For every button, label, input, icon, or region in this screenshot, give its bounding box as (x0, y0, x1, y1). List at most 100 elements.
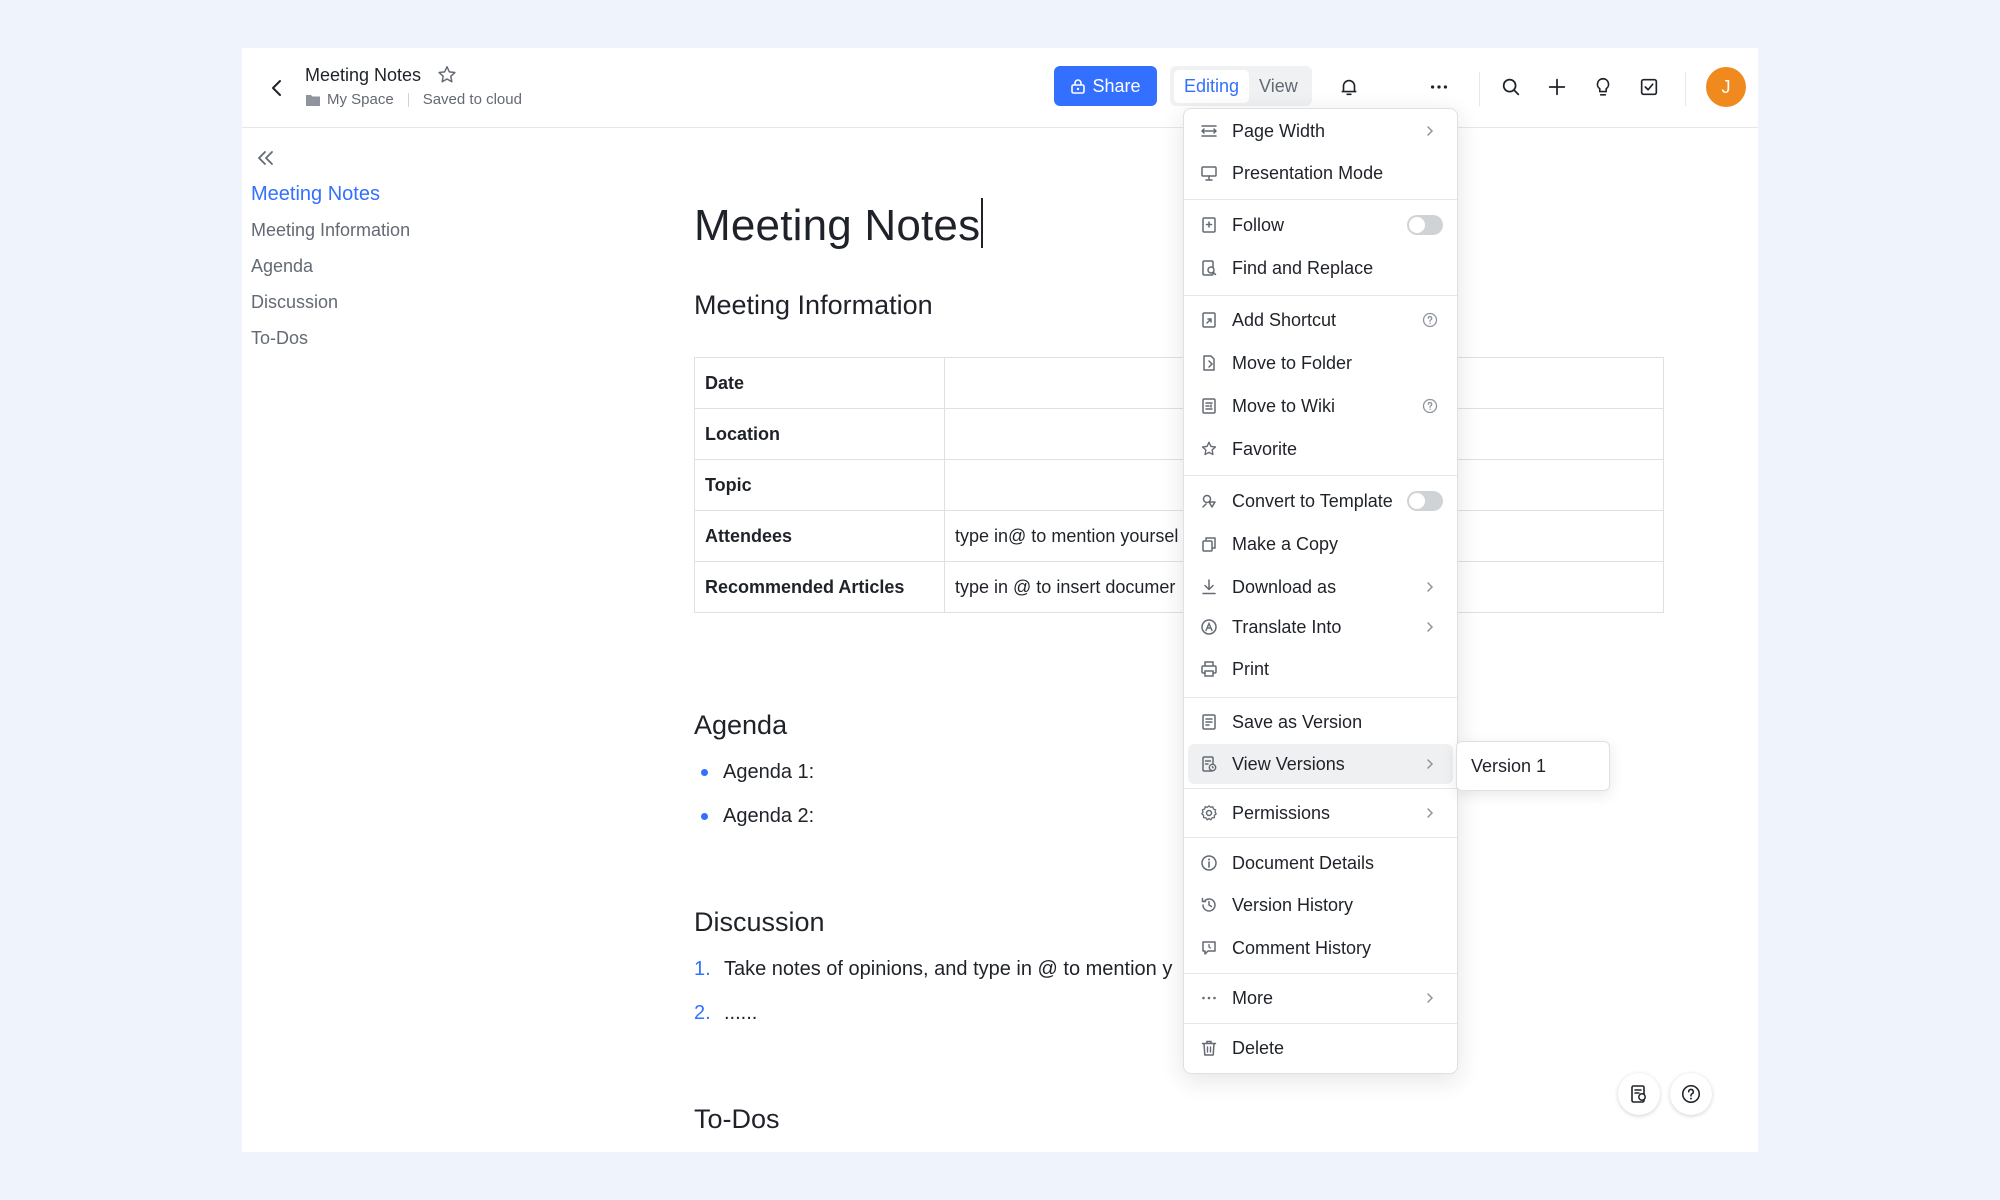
versions-submenu: Version 1 (1456, 741, 1610, 791)
collapse-outline-button[interactable] (252, 144, 280, 172)
outline-item-agenda[interactable]: Agenda (251, 248, 410, 284)
menu-divider (1184, 697, 1457, 698)
text-cursor (981, 198, 984, 248)
menu-item-comment-history[interactable]: Comment History (1188, 928, 1453, 968)
help-icon[interactable] (1415, 309, 1445, 331)
heading-meeting-information[interactable]: Meeting Information (694, 290, 933, 321)
table-key-cell[interactable]: Recommended Articles (694, 561, 945, 613)
menu-item-label: Move to Folder (1232, 352, 1353, 373)
document-title-text: Meeting Notes (694, 201, 981, 250)
outline-item-discussion[interactable]: Discussion (251, 284, 410, 320)
list-item[interactable]: 1. Take notes of opinions, and type in @ … (694, 947, 1172, 991)
menu-item-more[interactable]: More (1188, 978, 1453, 1018)
menu-item-label: View Versions (1232, 753, 1345, 774)
heading-agenda[interactable]: Agenda (694, 710, 787, 741)
info-icon (1198, 852, 1220, 874)
list-item[interactable]: 2....... (694, 991, 1172, 1035)
bell-icon[interactable] (1334, 72, 1364, 102)
list-item-text: ...... (724, 1002, 758, 1024)
menu-item-page-width[interactable]: Page Width (1188, 111, 1453, 151)
outline-item-meeting-notes[interactable]: Meeting Notes (251, 176, 410, 212)
search-icon[interactable] (1496, 72, 1526, 102)
menu-divider (1184, 973, 1457, 974)
bullet-icon (701, 812, 708, 820)
help-button[interactable] (1670, 1073, 1712, 1115)
menu-item-move-to-wiki[interactable]: Move to Wiki (1188, 386, 1453, 426)
table-key-cell[interactable]: Attendees (694, 510, 945, 562)
version-item[interactable]: Version 1 (1471, 756, 1546, 777)
menu-item-print[interactable]: Print (1188, 649, 1453, 689)
menu-item-favorite[interactable]: Favorite (1188, 429, 1453, 469)
menu-item-presentation-mode[interactable]: Presentation Mode (1188, 153, 1453, 193)
top-bar: Meeting Notes My Space Saved to cloud Sh… (242, 48, 1758, 128)
share-button[interactable]: Share (1054, 66, 1157, 106)
menu-item-delete[interactable]: Delete (1188, 1028, 1453, 1068)
table-key-cell[interactable]: Location (694, 408, 945, 460)
save-version-icon (1198, 711, 1220, 733)
history-icon (1198, 894, 1220, 916)
folder-icon (306, 94, 320, 106)
list-item[interactable]: Agenda 1: (694, 750, 814, 794)
menu-item-add-shortcut[interactable]: Add Shortcut (1188, 300, 1453, 340)
outline-toggle-button[interactable] (1618, 1073, 1660, 1115)
presentation-icon (1198, 162, 1220, 184)
location-link[interactable]: My Space (327, 91, 394, 108)
task-checkbox-icon[interactable] (1634, 72, 1664, 102)
table-key-cell[interactable]: Date (694, 357, 945, 409)
menu-item-move-to-folder[interactable]: Move to Folder (1188, 343, 1453, 383)
menu-item-convert-template[interactable]: Convert to Template (1188, 481, 1453, 521)
chevron-right-icon (1415, 616, 1445, 638)
menu-item-follow[interactable]: Follow (1188, 205, 1453, 245)
help-icon (1681, 1084, 1701, 1104)
agenda-list: Agenda 1: Agenda 2: (694, 750, 814, 838)
table-key-cell[interactable]: Topic (694, 459, 945, 511)
back-button[interactable] (262, 73, 292, 103)
app-window: Meeting Notes My Space Saved to cloud Sh… (242, 48, 1758, 1152)
chevron-left-icon (272, 80, 281, 96)
menu-item-download-as[interactable]: Download as (1188, 567, 1453, 607)
help-icon[interactable] (1415, 395, 1445, 417)
document-title[interactable]: Meeting Notes (694, 198, 984, 251)
document-outline: Meeting Notes Meeting Information Agenda… (251, 176, 410, 356)
menu-item-translate-into[interactable]: Translate Into (1188, 607, 1453, 647)
star-icon (1198, 438, 1220, 460)
divider (407, 92, 409, 107)
menu-item-label: Translate Into (1232, 616, 1342, 637)
translate-icon (1198, 616, 1220, 638)
menu-item-make-copy[interactable]: Make a Copy (1188, 524, 1453, 564)
outline-item-todos[interactable]: To-Dos (251, 320, 410, 356)
chevron-right-icon (1415, 753, 1445, 775)
mode-editing-tab[interactable]: Editing (1174, 69, 1250, 103)
heading-todos[interactable]: To-Dos (694, 1104, 780, 1135)
mode-view-tab[interactable]: View (1249, 70, 1308, 103)
follow-toggle[interactable] (1407, 215, 1443, 235)
menu-item-label: Make a Copy (1232, 533, 1339, 554)
trash-icon (1198, 1037, 1220, 1059)
menu-item-label: Page Width (1232, 120, 1326, 141)
document-clock-icon (1631, 1085, 1646, 1103)
convert-template-toggle[interactable] (1407, 491, 1443, 511)
heading-discussion[interactable]: Discussion (694, 907, 825, 938)
avatar[interactable]: J (1706, 67, 1746, 107)
lightbulb-icon[interactable] (1588, 72, 1618, 102)
star-icon[interactable] (436, 64, 458, 86)
menu-item-label: Find and Replace (1232, 257, 1374, 278)
menu-item-version-history[interactable]: Version History (1188, 885, 1453, 925)
menu-divider (1184, 295, 1457, 296)
outline-item-meeting-information[interactable]: Meeting Information (251, 212, 410, 248)
list-number: 1. (694, 958, 711, 980)
meeting-info-table: Date Location Topic Attendees type in@ to… (694, 357, 1664, 613)
download-icon (1198, 576, 1220, 598)
plus-icon[interactable] (1542, 72, 1572, 102)
list-item[interactable]: Agenda 2: (694, 794, 814, 838)
menu-item-save-version[interactable]: Save as Version (1188, 702, 1453, 742)
list-item-text: Agenda 2: (723, 805, 815, 827)
menu-item-find-replace[interactable]: Find and Replace (1188, 248, 1453, 288)
menu-divider (1184, 788, 1457, 789)
menu-item-view-versions[interactable]: View Versions (1188, 744, 1453, 784)
menu-item-label: Follow (1232, 214, 1285, 235)
shortcut-icon (1198, 309, 1220, 331)
more-options-icon[interactable] (1424, 72, 1454, 102)
menu-item-document-details[interactable]: Document Details (1188, 843, 1453, 883)
menu-item-permissions[interactable]: Permissions (1188, 793, 1453, 833)
